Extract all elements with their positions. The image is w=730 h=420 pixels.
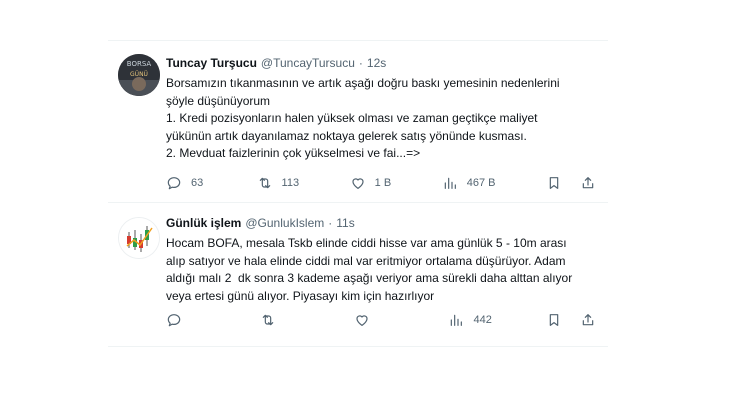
author-handle[interactable]: @GunlukIslem [245,215,324,231]
retweet-count: 113 [281,177,300,189]
retweet-icon [262,314,274,326]
views-count: 442 [473,314,492,326]
tweet-text: Hocam BOFA, mesala Tskb elinde ciddi his… [166,236,573,303]
tweet-actions: 442 [166,312,596,328]
tweet-text: Borsamızın tıkanmasının ve artık aşağı d… [166,76,560,160]
like-icon [356,315,368,326]
views-button[interactable]: 467 B [442,175,496,191]
bookmark-button[interactable] [546,312,562,328]
candlestick-logo-icon [119,218,159,258]
like-button[interactable]: 1 B [350,175,392,191]
author-handle[interactable]: @TuncayTursucu [261,55,355,71]
share-icon [582,314,594,326]
views-button[interactable]: 442 [448,312,492,328]
reply-icon [167,177,181,190]
share-group [546,175,596,191]
retweet-button[interactable] [260,312,300,328]
avatar-image: BORSA GÜNÜ [118,54,160,96]
retweet-button[interactable]: 113 [257,175,300,191]
avatar-logo-text: BORSA [127,60,152,68]
tweet[interactable]: BORSA GÜNÜ Tuncay Turşucu @TuncayTursucu… [108,40,608,203]
timestamp[interactable]: 12s [367,55,386,71]
separator-dot: · [328,216,333,230]
timestamp[interactable]: 11s [336,215,354,231]
bookmark-button[interactable] [546,175,562,191]
like-icon [352,178,364,189]
views-count: 467 B [466,177,496,189]
author-name[interactable]: Günlük işlem [166,215,241,231]
views-icon [451,314,463,326]
reply-icon [167,314,181,327]
avatar[interactable] [118,217,160,259]
retweet-icon [259,177,270,189]
share-icon [582,177,594,189]
reply-button[interactable] [166,312,206,328]
reply-button[interactable]: 63 [166,175,206,191]
tweet-actions: 63 113 1 B 467 B [166,175,596,191]
bookmark-icon [549,314,559,326]
tweet-header: Tuncay Turşucu @TuncayTursucu · 12s [166,55,600,71]
separator-dot: · [358,56,363,70]
share-button[interactable] [580,175,596,191]
tweet-content: Günlük işlem @GunlukIslem · 11s Hocam BO… [166,215,600,305]
timeline: BORSA GÜNÜ Tuncay Turşucu @TuncayTursucu… [108,40,608,347]
share-group [546,312,596,328]
tweet-content: Tuncay Turşucu @TuncayTursucu · 12s Bors… [166,55,600,163]
tweet-header: Günlük işlem @GunlukIslem · 11s [166,215,600,231]
reply-count: 63 [191,177,204,189]
like-button[interactable] [354,312,394,328]
like-count: 1 B [374,177,392,189]
views-icon [444,177,456,189]
bookmark-icon [549,177,559,189]
author-name[interactable]: Tuncay Turşucu [166,55,257,71]
avatar-logo-text: GÜNÜ [130,71,148,78]
share-button[interactable] [580,312,596,328]
tweet[interactable]: Günlük işlem @GunlukIslem · 11s Hocam BO… [108,203,608,347]
avatar[interactable]: BORSA GÜNÜ [118,54,160,96]
